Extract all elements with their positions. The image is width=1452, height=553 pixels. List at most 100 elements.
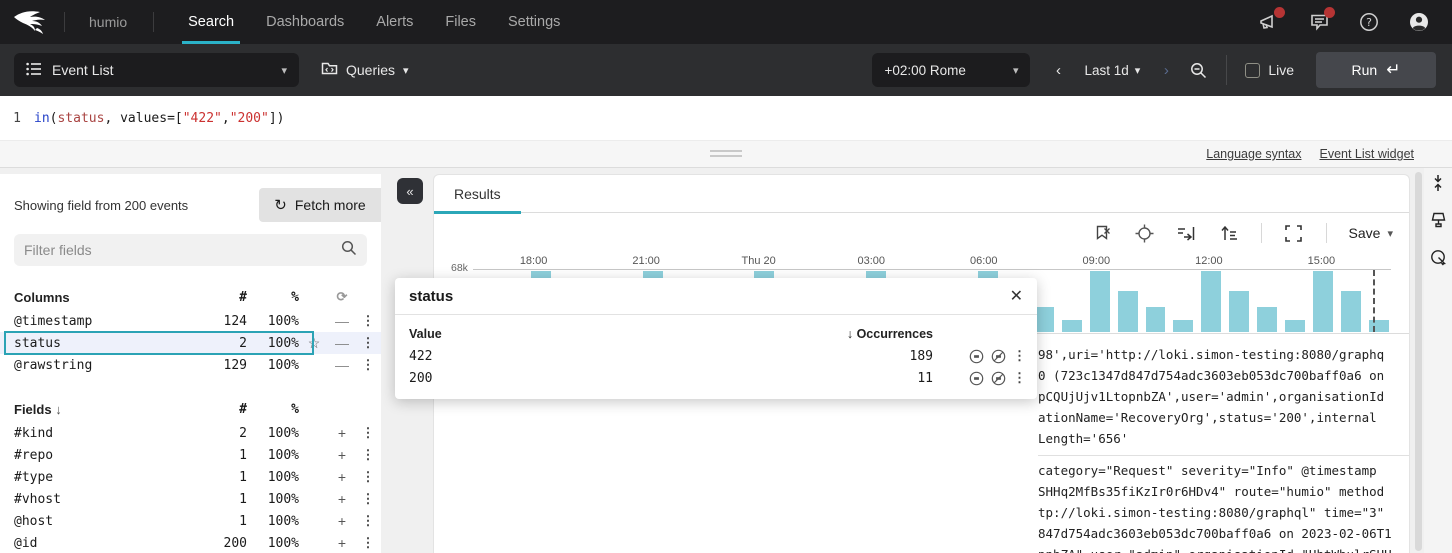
fields-summary: Showing field from 200 events — [14, 198, 188, 213]
chart-bar[interactable] — [1341, 291, 1361, 332]
kebab-menu-icon[interactable]: ⋮ — [1013, 370, 1025, 386]
filter-include-icon[interactable] — [969, 349, 984, 364]
chart-bar[interactable] — [1173, 320, 1193, 332]
resize-handle[interactable] — [710, 147, 742, 160]
nav-item-search[interactable]: Search — [172, 0, 250, 44]
time-range-dropdown[interactable]: Last 1d ▾ — [1076, 63, 1148, 78]
fetch-more-button[interactable]: ↻ Fetch more — [259, 188, 381, 222]
nav-item-files[interactable]: Files — [429, 0, 492, 44]
query-editor[interactable]: 1 in(status, values=["422","200"]) — [0, 96, 1452, 141]
fullscreen-icon[interactable] — [1284, 223, 1304, 243]
chart-bar[interactable] — [1146, 307, 1166, 332]
sync-columns-icon[interactable]: ⟳ — [329, 289, 355, 305]
field-row-type[interactable]: #type1100%+⋮ — [0, 466, 381, 488]
live-label: Live — [1268, 62, 1294, 78]
chart-bar[interactable] — [1118, 291, 1138, 332]
run-button[interactable]: Run ↵ — [1316, 52, 1436, 88]
field-row-rawstring[interactable]: @rawstring129100%—⋮ — [0, 354, 381, 376]
view-selector-dropdown[interactable]: Event List ▾ — [14, 53, 299, 87]
kebab-menu-icon[interactable]: ⋮ — [355, 491, 381, 507]
event-list-widget-link[interactable]: Event List widget — [1320, 147, 1415, 161]
kebab-menu-icon[interactable]: ⋮ — [355, 447, 381, 463]
field-row-vhost[interactable]: #vhost1100%+⋮ — [0, 488, 381, 510]
kebab-menu-icon[interactable]: ⋮ — [355, 425, 381, 441]
account-icon[interactable] — [1408, 11, 1430, 33]
nav-item-dashboards[interactable]: Dashboards — [250, 0, 360, 44]
tab-results[interactable]: Results — [434, 186, 521, 212]
close-icon[interactable]: ✕ — [1010, 286, 1023, 306]
zoom-out-icon[interactable] — [1184, 56, 1212, 84]
remove-annotation-icon[interactable] — [1093, 223, 1113, 243]
filter-exclude-icon[interactable] — [991, 349, 1006, 364]
kebab-menu-icon[interactable]: ⋮ — [355, 313, 381, 329]
nav-item-settings[interactable]: Settings — [492, 0, 576, 44]
field-row-repo[interactable]: #repo1100%+⋮ — [0, 444, 381, 466]
vertical-scrollbar[interactable] — [1415, 172, 1422, 551]
collapse-vertical-icon[interactable] — [1428, 173, 1448, 193]
language-syntax-link[interactable]: Language syntax — [1206, 147, 1301, 161]
chart-bar[interactable] — [1201, 271, 1221, 332]
nav-item-alerts[interactable]: Alerts — [360, 0, 429, 44]
kebab-menu-icon[interactable]: ⋮ — [355, 513, 381, 529]
field-row-kind[interactable]: #kind2100%+⋮ — [0, 422, 381, 444]
add-column-icon[interactable]: + — [329, 513, 355, 529]
repo-name[interactable]: humio — [65, 14, 153, 30]
line-number: 1 — [0, 111, 34, 126]
sort-desc-icon[interactable]: ↓ — [55, 402, 62, 417]
filter-include-icon[interactable] — [969, 371, 984, 386]
add-column-icon[interactable]: + — [329, 425, 355, 441]
chart-bar[interactable] — [1285, 320, 1305, 332]
add-column-icon[interactable]: + — [329, 469, 355, 485]
value-row[interactable]: 422 189 ⋮ — [409, 345, 1025, 367]
announcements-icon[interactable] — [1258, 11, 1280, 33]
feedback-icon[interactable] — [1308, 11, 1330, 33]
chart-bar[interactable] — [1257, 307, 1277, 332]
chart-bar[interactable] — [1369, 320, 1389, 332]
chart-bar[interactable] — [1062, 320, 1082, 332]
query-text[interactable]: in(status, values=["422","200"]) — [34, 111, 285, 126]
queries-dropdown[interactable]: Queries ▾ — [321, 61, 409, 79]
inspect-search-icon[interactable] — [1428, 247, 1448, 267]
chart-bar[interactable] — [1229, 291, 1249, 332]
value-row[interactable]: 200 11 ⋮ — [409, 367, 1025, 389]
crosshair-icon[interactable] — [1135, 223, 1155, 243]
queries-folder-icon — [321, 61, 338, 79]
lamp-icon[interactable] — [1428, 210, 1448, 230]
star-icon[interactable]: ☆ — [299, 335, 329, 352]
event-row[interactable]: 98',uri='http://loki.simon-testing:8080/… — [1038, 340, 1409, 455]
field-row-status[interactable]: status2100%☆—⋮ — [0, 332, 381, 354]
live-checkbox[interactable] — [1245, 63, 1260, 78]
sort-ascending-icon[interactable] — [1219, 223, 1239, 243]
add-column-icon[interactable]: + — [329, 535, 355, 551]
remove-column-icon[interactable]: — — [329, 313, 355, 329]
live-toggle[interactable]: Live — [1245, 62, 1294, 78]
field-row-id[interactable]: @id200100%+⋮ — [0, 532, 381, 553]
x-axis-tick-label: 15:00 — [1308, 255, 1336, 267]
chart-bar[interactable] — [1313, 271, 1333, 332]
kebab-menu-icon[interactable]: ⋮ — [355, 357, 381, 373]
event-row[interactable]: category="Request" severity="Info" @time… — [1038, 455, 1409, 553]
collapse-panel-button[interactable]: « — [397, 178, 423, 204]
crowdstrike-falcon-logo[interactable] — [10, 6, 56, 38]
filter-fields-input[interactable] — [24, 242, 341, 258]
add-column-icon[interactable]: + — [329, 447, 355, 463]
save-dropdown[interactable]: Save ▾ — [1349, 225, 1393, 241]
kebab-menu-icon[interactable]: ⋮ — [355, 469, 381, 485]
remove-column-icon[interactable]: — — [329, 335, 355, 351]
timezone-dropdown[interactable]: +02:00 Rome ▾ — [872, 53, 1030, 87]
kebab-menu-icon[interactable]: ⋮ — [1013, 348, 1025, 364]
help-icon[interactable]: ? — [1358, 11, 1380, 33]
jump-to-latest-icon[interactable] — [1177, 223, 1197, 243]
filter-fields-input-wrap[interactable] — [14, 234, 367, 266]
field-row-timestamp[interactable]: @timestamp124100%—⋮ — [0, 310, 381, 332]
remove-column-icon[interactable]: — — [329, 357, 355, 373]
time-cursor-dashed-line[interactable] — [1373, 270, 1375, 332]
field-row-host[interactable]: @host1100%+⋮ — [0, 510, 381, 532]
kebab-menu-icon[interactable]: ⋮ — [355, 335, 381, 351]
chart-bar[interactable] — [1090, 271, 1110, 332]
add-column-icon[interactable]: + — [329, 491, 355, 507]
kebab-menu-icon[interactable]: ⋮ — [355, 535, 381, 551]
time-back-button[interactable]: ‹ — [1044, 56, 1072, 84]
time-forward-button[interactable]: › — [1152, 56, 1180, 84]
filter-exclude-icon[interactable] — [991, 371, 1006, 386]
